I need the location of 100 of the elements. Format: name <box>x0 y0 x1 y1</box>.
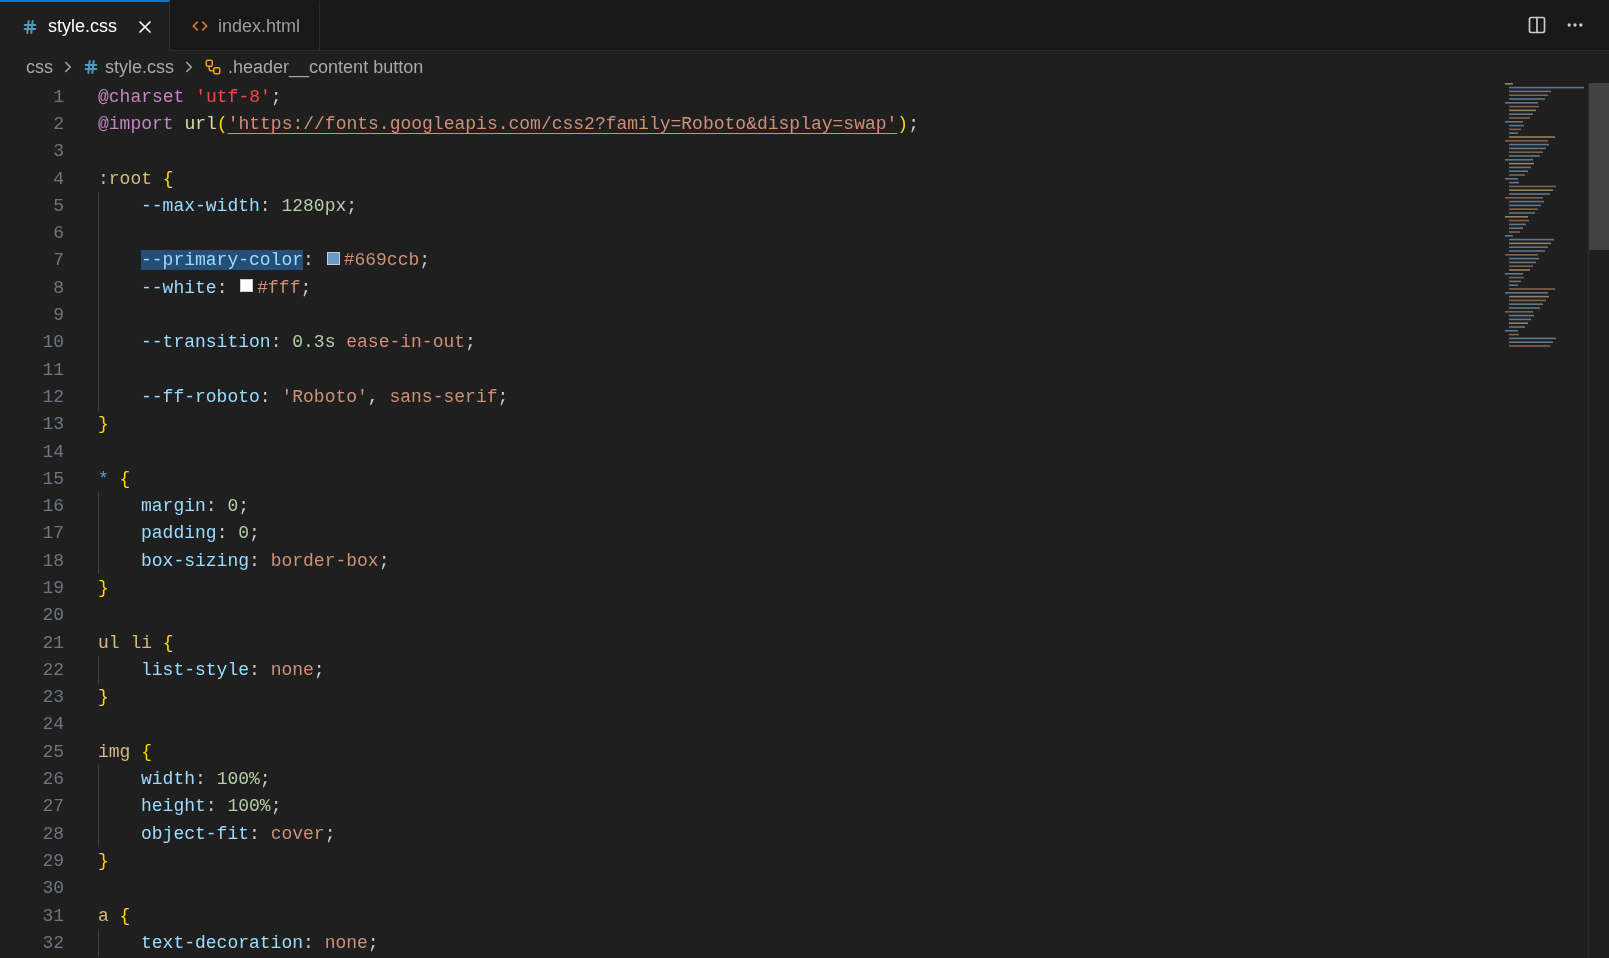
line-number: 23 <box>41 687 64 708</box>
breadcrumb-item[interactable]: css <box>26 56 53 78</box>
breadcrumb-item[interactable]: style.css <box>105 56 174 78</box>
code-token: :root <box>98 168 153 189</box>
code-token: 'Roboto' <box>281 386 368 407</box>
code-token: @import <box>98 113 175 134</box>
code-token: a <box>98 905 110 926</box>
code-token: ; <box>346 195 358 216</box>
code-token: 1280px <box>281 195 347 216</box>
code-token: @charset <box>98 86 186 107</box>
code-token: ; <box>497 386 509 407</box>
code-token: list-style <box>141 659 250 680</box>
line-number: 12 <box>41 386 64 407</box>
code-token: ; <box>908 113 919 134</box>
hash-icon <box>22 18 38 35</box>
code-token: , <box>367 386 380 407</box>
hash-icon <box>83 59 99 75</box>
line-number: 5 <box>52 195 64 216</box>
code-token: cover <box>270 823 325 844</box>
code-token: : <box>259 386 272 407</box>
breadcrumb-item[interactable]: .header__content button <box>228 56 424 78</box>
code-token: url <box>184 113 217 134</box>
code-token: 0 <box>238 523 250 544</box>
line-number: 7 <box>52 250 64 271</box>
line-number: 11 <box>41 359 64 380</box>
code-token: ; <box>300 277 312 298</box>
line-number: 21 <box>41 632 64 653</box>
code-token: box-sizing <box>141 550 250 571</box>
code-token: : <box>205 796 218 817</box>
line-number: 31 <box>41 905 64 926</box>
code-token: * <box>98 468 110 489</box>
code-token: text-decoration <box>141 932 304 953</box>
code-token: width <box>141 769 195 790</box>
line-number: 28 <box>41 823 64 844</box>
code-token: --max-width <box>141 195 260 216</box>
code-token: 100% <box>216 769 260 790</box>
code-token: { <box>119 468 131 489</box>
code-icon <box>192 18 208 34</box>
line-number: 15 <box>41 468 64 489</box>
code-token: : <box>195 769 207 790</box>
code-token: 0.3s <box>292 332 337 353</box>
code-token: : <box>259 195 272 216</box>
line-number: 25 <box>41 741 64 762</box>
code-token: #fff <box>257 277 301 298</box>
line-number: 18 <box>41 550 64 571</box>
code-token: } <box>98 578 109 598</box>
line-number: 3 <box>52 141 64 162</box>
code-token: ease-in-out <box>346 332 466 353</box>
editor-tab[interactable]: style.css <box>0 0 170 51</box>
code-token: ) <box>897 113 909 134</box>
code-token: : <box>216 523 229 544</box>
code-token: 0 <box>227 496 239 517</box>
code-token: : <box>249 659 261 680</box>
split-editor-icon[interactable] <box>1527 15 1547 35</box>
line-number: 27 <box>41 796 64 817</box>
line-number: 26 <box>41 769 64 790</box>
color-swatch[interactable] <box>326 251 340 265</box>
line-number: 14 <box>41 441 64 462</box>
scrollbar-thumb[interactable] <box>1589 83 1609 250</box>
code-token: --white <box>141 277 217 298</box>
code-token: 100% <box>227 796 271 817</box>
code-token: sans-serif <box>389 386 498 407</box>
code-token: : <box>216 277 229 298</box>
code-token: margin <box>141 496 206 517</box>
code-token: ; <box>465 332 476 353</box>
code-token: { <box>162 168 174 189</box>
line-number: 22 <box>41 659 64 680</box>
code-token: { <box>119 905 131 926</box>
line-number: 6 <box>52 223 64 244</box>
line-number: 9 <box>52 305 64 325</box>
code-token: none <box>324 932 368 953</box>
code-token: ; <box>419 250 431 271</box>
code-token: : <box>303 250 315 271</box>
code-token: img <box>98 741 132 762</box>
line-number: 32 <box>41 932 64 953</box>
minimap-drawing[interactable] <box>1505 83 1585 348</box>
code-token: : <box>303 932 315 953</box>
code-token: ; <box>249 523 260 544</box>
code-token: ul li <box>98 632 153 653</box>
code-token: ; <box>378 550 390 571</box>
line-number: 13 <box>41 414 64 435</box>
code-token: 'utf-8' <box>195 86 271 107</box>
code-token: none <box>270 659 314 680</box>
color-swatch[interactable] <box>240 279 254 293</box>
line-number: 30 <box>41 878 64 899</box>
code-token: ; <box>367 932 379 953</box>
code-token: ; <box>238 496 250 517</box>
code-token: } <box>98 687 109 708</box>
line-number: 17 <box>41 523 64 544</box>
code-token: padding <box>141 523 217 544</box>
line-number: 2 <box>52 113 64 134</box>
code-token: height <box>141 796 206 817</box>
code-token: : <box>249 550 261 571</box>
code-token: : <box>270 332 283 353</box>
line-number: 8 <box>52 277 64 298</box>
code-token: ; <box>270 86 282 107</box>
line-number: 10 <box>41 332 64 353</box>
code-token: #669ccb <box>343 250 420 271</box>
code-token: ; <box>259 769 271 790</box>
symbol-icon <box>204 58 222 76</box>
